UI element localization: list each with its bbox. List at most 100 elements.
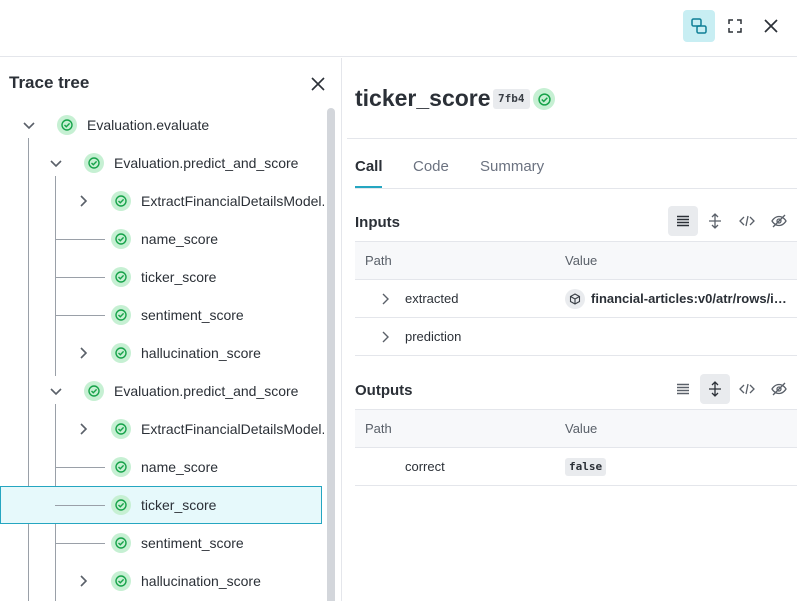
tree-row-label: sentiment_score	[141, 307, 244, 323]
trace-tree-panel: Trace tree Evaluation.evaluate Evaluatio…	[0, 58, 342, 601]
fullscreen-button[interactable]	[719, 10, 751, 42]
tree-row-label: ExtractFinancialDetailsModel.p	[141, 421, 324, 437]
list-view-button[interactable]	[668, 206, 698, 236]
table-row[interactable]: prediction	[355, 318, 797, 356]
code-view-button[interactable]	[732, 206, 762, 236]
chevron-right-icon[interactable]	[379, 292, 391, 306]
list-icon	[677, 215, 689, 227]
call-title: ticker_score	[355, 85, 491, 111]
expand-rows-button[interactable]	[700, 374, 730, 404]
chevron-right-icon[interactable]	[75, 193, 91, 209]
close-icon	[311, 77, 325, 91]
table-row[interactable]: correct false	[355, 448, 797, 486]
tab-call[interactable]: Call	[355, 158, 383, 175]
table-row[interactable]: extracted financial-articles:v0/atr/rows…	[355, 280, 797, 318]
tree-row-label: hallucination_score	[141, 573, 261, 589]
chevron-right-icon[interactable]	[75, 421, 91, 437]
tree-row-label: Evaluation.evaluate	[87, 117, 210, 133]
eye-off-icon	[771, 382, 787, 396]
column-header-value[interactable]: Value	[565, 421, 597, 436]
code-icon	[739, 383, 755, 395]
tree-row-sentiment-score[interactable]: sentiment_score	[0, 296, 322, 334]
tab-code[interactable]: Code	[413, 158, 449, 175]
column-header-value[interactable]: Value	[565, 253, 597, 268]
code-view-button[interactable]	[732, 374, 762, 404]
tab-summary[interactable]: Summary	[480, 158, 544, 175]
tree-row-evaluation-evaluate[interactable]: Evaluation.evaluate	[0, 106, 322, 144]
eye-off-icon	[771, 214, 787, 228]
success-status-icon	[111, 343, 131, 363]
tree-row-name-score[interactable]: name_score	[0, 448, 322, 486]
top-bar	[0, 0, 797, 57]
tree-row-predict-and-score[interactable]: Evaluation.predict_and_score	[0, 372, 322, 410]
success-status-icon	[111, 457, 131, 477]
tree-row-ticker-score[interactable]: ticker_score	[0, 258, 322, 296]
row-path: extracted	[405, 291, 459, 306]
outputs-section-title: Outputs	[355, 382, 413, 399]
inputs-section-title: Inputs	[355, 214, 400, 231]
expand-vertical-icon	[709, 213, 721, 229]
column-header-path[interactable]: Path	[365, 421, 392, 436]
success-status-icon	[111, 571, 131, 591]
linked-panels-icon	[691, 18, 707, 34]
hide-button[interactable]	[764, 374, 794, 404]
inputs-table: Path Value extracted financial-articles:…	[355, 241, 797, 356]
dataset-cube-icon	[565, 289, 585, 309]
success-status-icon	[111, 533, 131, 553]
row-path: correct	[405, 459, 445, 474]
success-status-icon	[57, 115, 77, 135]
chevron-down-icon[interactable]	[48, 383, 64, 399]
trace-tree-scrollbar[interactable]	[327, 108, 335, 601]
tree-row-ticker-score-selected[interactable]: ticker_score	[0, 486, 322, 524]
success-status-icon	[111, 495, 131, 515]
code-icon	[739, 215, 755, 227]
close-drawer-button[interactable]	[755, 10, 787, 42]
tree-row-label: ExtractFinancialDetailsModel.p	[141, 193, 324, 209]
chevron-right-icon[interactable]	[379, 330, 391, 344]
tree-row-hallucination-score[interactable]: hallucination_score	[0, 334, 322, 372]
tree-row-label: ticker_score	[141, 269, 217, 285]
trace-tree-title: Trace tree	[9, 73, 90, 92]
list-icon	[677, 383, 689, 395]
success-status-icon	[111, 419, 131, 439]
expand-rows-button[interactable]	[700, 206, 730, 236]
tree-row-predict-and-score[interactable]: Evaluation.predict_and_score	[0, 144, 322, 182]
list-view-button[interactable]	[668, 374, 698, 404]
tree-row-label: Evaluation.predict_and_score	[114, 155, 299, 171]
chevron-right-icon[interactable]	[75, 573, 91, 589]
hide-button[interactable]	[764, 206, 794, 236]
dataset-ref-link[interactable]: financial-articles:v0/atr/rows/id/ffa2e5	[591, 291, 791, 306]
success-status-icon	[111, 229, 131, 249]
trace-tree-close-button[interactable]	[306, 72, 330, 96]
tree-row-sentiment-score[interactable]: sentiment_score	[0, 524, 322, 562]
success-status-icon	[533, 88, 555, 110]
success-status-icon	[84, 381, 104, 401]
column-header-path[interactable]: Path	[365, 253, 392, 268]
row-path: prediction	[405, 329, 462, 344]
linked-panels-button[interactable]	[683, 10, 715, 42]
tree-row-extract-model[interactable]: ExtractFinancialDetailsModel.p	[0, 410, 324, 448]
outputs-table: Path Value correct false	[355, 409, 797, 486]
divider	[355, 188, 797, 189]
tree-row-label: Evaluation.predict_and_score	[114, 383, 299, 399]
tree-row-extract-model[interactable]: ExtractFinancialDetailsModel.p	[0, 182, 324, 220]
table-header: Path Value	[355, 410, 797, 448]
tree-row-hallucination-score[interactable]: hallucination_score	[0, 562, 322, 600]
tree-row-label: sentiment_score	[141, 535, 244, 551]
tree-row-name-score[interactable]: name_score	[0, 220, 322, 258]
chevron-down-icon[interactable]	[21, 117, 37, 133]
tree-connector	[55, 505, 105, 506]
boolean-value-chip: false	[565, 458, 607, 476]
call-id-badge[interactable]: 7fb4	[493, 89, 530, 109]
close-icon	[764, 19, 778, 33]
call-details-panel: ticker_score 7fb4 Call Code Summary Inpu…	[343, 58, 797, 601]
tree-row-label: name_score	[141, 459, 219, 475]
tree-row-label: name_score	[141, 231, 219, 247]
table-header: Path Value	[355, 242, 797, 280]
divider	[347, 138, 797, 139]
tree-row-label: hallucination_score	[141, 345, 261, 361]
fullscreen-icon	[728, 19, 742, 33]
chevron-down-icon[interactable]	[48, 155, 64, 171]
success-status-icon	[84, 153, 104, 173]
chevron-right-icon[interactable]	[75, 345, 91, 361]
